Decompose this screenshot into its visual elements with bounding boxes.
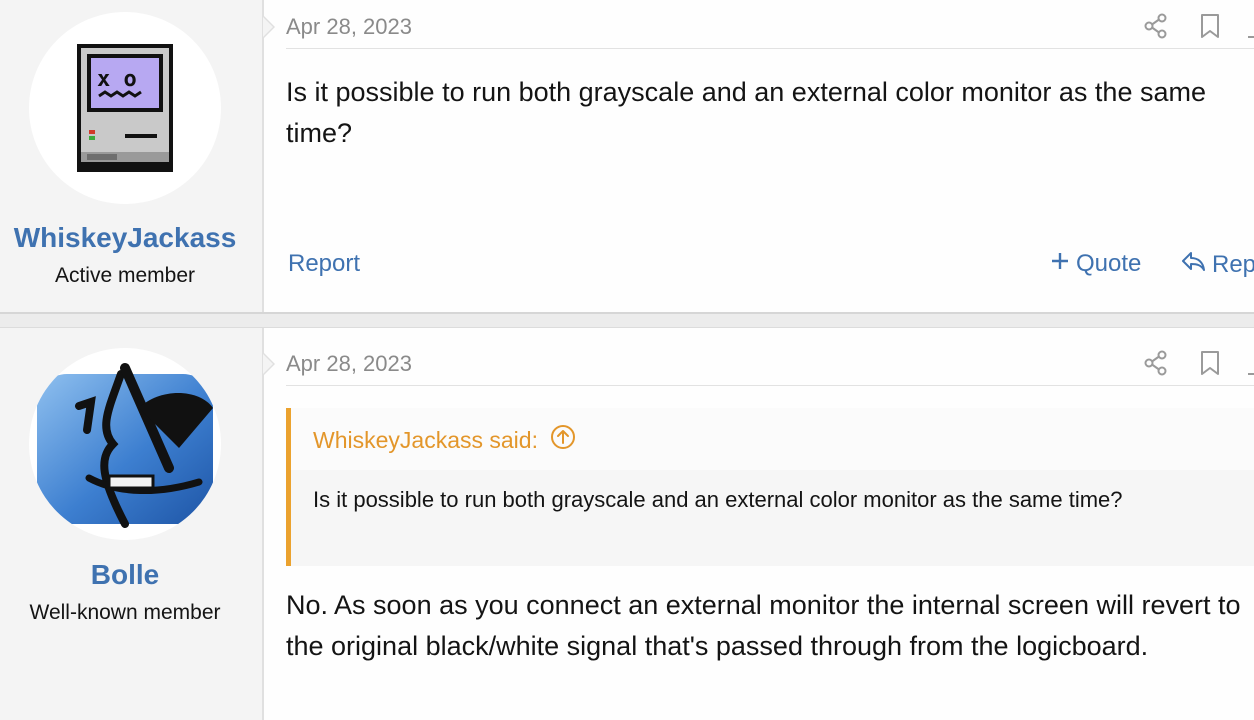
post-date[interactable]: Apr 28, 2023 xyxy=(286,351,412,377)
plus-icon xyxy=(1050,250,1070,278)
user-arrow-fill xyxy=(263,354,273,374)
avatar[interactable] xyxy=(29,348,221,540)
more-options-icon[interactable] xyxy=(1246,363,1254,375)
quote-button[interactable]: Quote xyxy=(1050,250,1141,278)
post-header-divider xyxy=(286,48,1254,49)
quote-label: Quote xyxy=(1076,250,1142,277)
arrow-up-circle-icon[interactable] xyxy=(550,424,576,456)
reply-label: Rep xyxy=(1212,250,1254,278)
post-body: Is it possible to run both grayscale and… xyxy=(286,77,1206,148)
quote-block: WhiskeyJackass said: Is it possible to r… xyxy=(286,408,1254,566)
share-icon[interactable] xyxy=(1142,349,1170,377)
finder-pirate-icon xyxy=(37,363,213,528)
avatar[interactable]: x o xyxy=(29,12,221,204)
user-arrow-fill xyxy=(263,17,273,37)
quote-text: Is it possible to run both grayscale and… xyxy=(313,487,1123,512)
reply-button[interactable]: Rep xyxy=(1180,250,1254,279)
post-body: No. As soon as you connect an external m… xyxy=(286,590,1241,661)
share-icon[interactable] xyxy=(1142,12,1170,40)
sad-mac-icon: x o xyxy=(77,44,173,172)
quote-author-label: WhiskeyJackass said: xyxy=(313,426,538,453)
post-2: Bolle Well-known member Apr 28, 2023 Whi… xyxy=(0,328,1254,720)
post-1: x o WhiskeyJackass Active member Apr 28,… xyxy=(0,0,1254,312)
username[interactable]: Bolle xyxy=(0,559,250,591)
post-date[interactable]: Apr 28, 2023 xyxy=(286,14,412,40)
user-title: Active member xyxy=(54,264,196,287)
post-separator xyxy=(0,312,1254,328)
report-link[interactable]: Report xyxy=(288,250,360,278)
svg-text:x o: x o xyxy=(97,67,137,92)
post-header-divider xyxy=(286,385,1254,386)
username[interactable]: WhiskeyJackass xyxy=(0,222,250,254)
user-info-column: Bolle Well-known member xyxy=(0,328,264,720)
user-title: Well-known member xyxy=(29,601,221,624)
bookmark-icon[interactable] xyxy=(1196,12,1224,40)
report-label: Report xyxy=(288,250,361,277)
user-info-column: x o WhiskeyJackass Active member xyxy=(0,0,264,312)
reply-arrow-icon xyxy=(1180,250,1206,279)
more-options-icon[interactable] xyxy=(1246,26,1254,38)
bookmark-icon[interactable] xyxy=(1196,349,1224,377)
quote-author-link[interactable]: WhiskeyJackass said: xyxy=(313,424,576,456)
